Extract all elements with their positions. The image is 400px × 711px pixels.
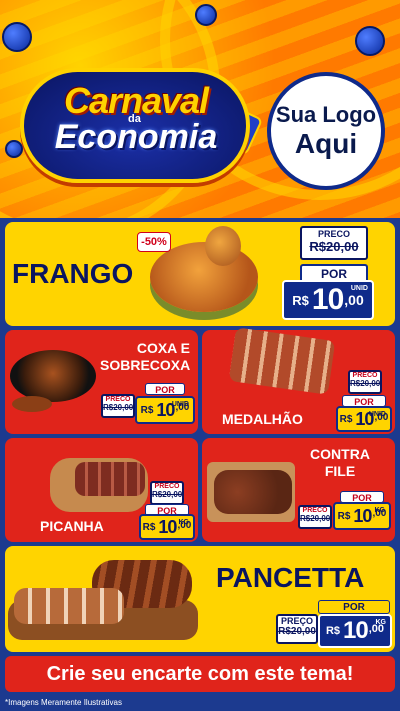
price-dec: ,00 xyxy=(344,292,364,308)
coxa-price: R$ 10 ,00 UNID xyxy=(135,396,195,424)
product-name-medalhao: MEDALHÃO xyxy=(222,411,303,427)
price-int: 10 xyxy=(343,617,369,644)
old-price: R$20,00 xyxy=(309,239,359,254)
por-label: POR xyxy=(145,383,185,395)
product-name-contra-file: CONTRA FILE xyxy=(300,446,380,480)
frango-price: R$ 10 ,00 UNID xyxy=(282,280,374,320)
preco-label: PRECO xyxy=(302,507,328,514)
product-name-contra-file-line1: CONTRA xyxy=(310,446,370,462)
product-name-pancetta: PANCETTA xyxy=(216,562,365,593)
coin-icon xyxy=(2,22,32,52)
old-price: R$20,00 xyxy=(278,626,316,637)
logo-placeholder[interactable]: Sua Logo Aqui xyxy=(267,72,385,190)
picanha-slices-image xyxy=(75,462,145,496)
por-label: POR xyxy=(318,600,390,614)
picanha-preco-tag: PRECO R$20,00 xyxy=(150,481,184,505)
roast-chicken-image xyxy=(150,242,258,312)
old-price: R$20,00 xyxy=(350,379,381,388)
medalhao-price: R$ 10 ,00 UNID xyxy=(336,406,392,432)
product-name-contra-file-line2: FILE xyxy=(324,462,356,479)
product-name-coxa-line2: SOBRECOXA xyxy=(100,356,191,373)
preco-label: PRECO xyxy=(105,396,131,403)
currency: R$ xyxy=(339,413,353,425)
currency: R$ xyxy=(292,292,309,308)
price-unit: UNID xyxy=(171,401,189,408)
logo-placeholder-line1: Sua Logo xyxy=(275,102,377,128)
preco-label: PREÇO xyxy=(280,616,313,626)
coxa-preco-tag: PRECO R$20,00 xyxy=(101,394,135,418)
steaks-image xyxy=(214,470,292,514)
coin-icon xyxy=(5,140,23,158)
old-price: R$20,00 xyxy=(103,403,134,412)
currency: R$ xyxy=(142,521,156,533)
por-label: POR xyxy=(300,264,368,281)
coin-icon xyxy=(355,26,385,56)
contra-file-price: R$ 10 ,00 KG xyxy=(333,502,391,530)
price-unit: KG xyxy=(375,619,387,626)
product-name-picanha: PICANHA xyxy=(40,518,104,534)
chicken-leg-image xyxy=(205,226,241,266)
product-name-coxa: COXA E SOBRECOXA xyxy=(100,340,190,374)
price-int: 10 xyxy=(353,505,372,526)
logo-placeholder-line2: Aqui xyxy=(294,127,358,159)
price-unit: KG xyxy=(178,519,190,526)
pancetta-price: R$ 10 ,00 KG xyxy=(318,614,392,648)
pancetta-slices-image xyxy=(14,588,124,624)
picanha-price: R$ 10 ,00 KG xyxy=(139,514,195,540)
hero-title-line2: Economia xyxy=(54,118,218,156)
discount-badge: -50% xyxy=(137,232,171,252)
currency: R$ xyxy=(140,404,154,416)
chicken-thigh-image xyxy=(12,396,52,412)
price-unit: UNID xyxy=(350,285,368,292)
hero-banner: Carnaval da Economia Sua Logo Aqui xyxy=(0,0,400,218)
cta-banner[interactable]: Crie seu encarte com este tema! xyxy=(5,656,395,692)
frango-preco-tag: PRECO R$20,00 xyxy=(300,226,368,260)
currency: R$ xyxy=(325,625,341,637)
price-int: 10 xyxy=(158,516,177,537)
old-price: R$20,00 xyxy=(300,514,331,523)
old-price: R$20,00 xyxy=(152,490,183,499)
cast-iron-pan-image xyxy=(10,350,96,402)
coin-icon xyxy=(195,4,217,26)
product-name-coxa-line1: COXA E xyxy=(136,340,190,356)
pancetta-preco-tag: PREÇO R$20,00 xyxy=(276,614,318,644)
currency: R$ xyxy=(337,510,351,522)
product-name-frango: FRANGO xyxy=(12,258,134,289)
contra-file-preco-tag: PRECO R$20,00 xyxy=(298,505,332,529)
medalhao-preco-tag: PRECO R$20,00 xyxy=(348,370,382,394)
price-unit: UNID xyxy=(368,411,386,418)
price-unit: KG xyxy=(374,507,386,514)
footnote: *Imagens Meramente Ilustrativas xyxy=(5,698,122,707)
preco-label: PRECO xyxy=(154,483,180,490)
preco-label: PRECO xyxy=(352,372,378,379)
price-int: 10 xyxy=(311,283,344,316)
preco-label: PRECO xyxy=(317,229,350,239)
